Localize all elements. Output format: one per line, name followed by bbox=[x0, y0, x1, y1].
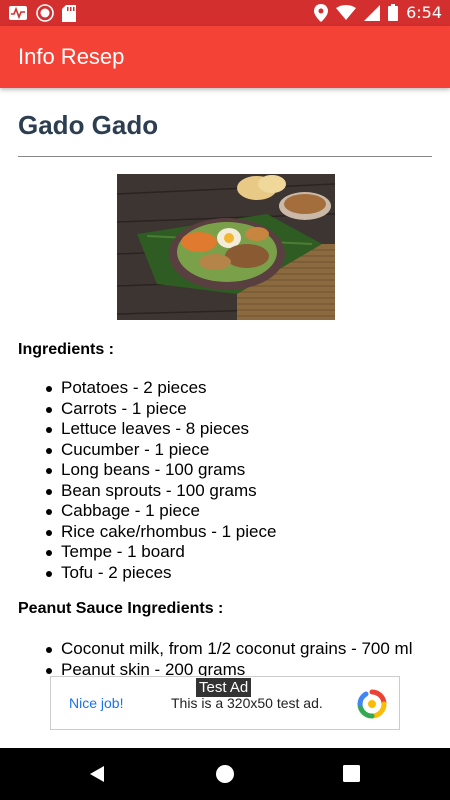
title-divider bbox=[18, 156, 432, 157]
list-item: Rice cake/rhombus - 1 piece bbox=[42, 522, 276, 543]
sd-card-icon bbox=[62, 4, 76, 22]
ad-text: This is a 320x50 test ad. bbox=[171, 695, 323, 711]
sauce-ingredients-list: Coconut milk, from 1/2 coconut grains - … bbox=[42, 639, 412, 680]
ingredients-list: Potatoes - 2 pieces Carrots - 1 piece Le… bbox=[42, 378, 276, 583]
battery-icon bbox=[388, 4, 399, 21]
ad-nice-text: Nice job! bbox=[69, 695, 124, 711]
list-item: Coconut milk, from 1/2 coconut grains - … bbox=[42, 639, 412, 660]
wifi-icon bbox=[336, 4, 357, 21]
status-left-icons bbox=[8, 4, 76, 22]
recipe-title: Gado Gado bbox=[18, 110, 159, 140]
list-item: Lettuce leaves - 8 pieces bbox=[42, 419, 276, 440]
ad-logo-icon[interactable] bbox=[357, 689, 387, 719]
list-item: Tempe - 1 board bbox=[42, 542, 276, 563]
list-item: Cabbage - 1 piece bbox=[42, 501, 276, 522]
back-icon[interactable] bbox=[88, 764, 108, 784]
status-bar: 6:54 bbox=[0, 0, 450, 26]
list-item: Tofu - 2 pieces bbox=[42, 563, 276, 584]
list-item: Carrots - 1 piece bbox=[42, 399, 276, 420]
list-item: Long beans - 100 grams bbox=[42, 460, 276, 481]
ingredients-heading: Ingredients : bbox=[18, 341, 115, 358]
location-icon bbox=[314, 3, 329, 22]
clock-time: 6:54 bbox=[406, 3, 442, 22]
app-title: Info Resep bbox=[18, 44, 125, 69]
recipe-image bbox=[117, 174, 335, 320]
recents-icon[interactable] bbox=[343, 765, 360, 782]
navigation-bar bbox=[0, 748, 450, 800]
recipe-content[interactable]: Gado Gado Ingredients: Potatoes - 2 pie… bbox=[0, 88, 450, 748]
activity-monitor-icon bbox=[8, 5, 28, 21]
list-item: Cucumber - 1 piece bbox=[42, 440, 276, 461]
test-ad-label: Test Ad bbox=[196, 678, 252, 697]
sauce-ingredients-heading: Peanut Sauce Ingredients : bbox=[18, 600, 224, 617]
status-right-icons: 6:54 bbox=[314, 3, 442, 22]
signal-icon bbox=[364, 4, 381, 21]
list-item: Bean sprouts - 100 grams bbox=[42, 481, 276, 502]
list-item: Potatoes - 2 pieces bbox=[42, 378, 276, 399]
record-icon bbox=[36, 4, 54, 22]
home-icon[interactable] bbox=[215, 764, 235, 784]
app-bar: Info Resep bbox=[0, 26, 450, 88]
